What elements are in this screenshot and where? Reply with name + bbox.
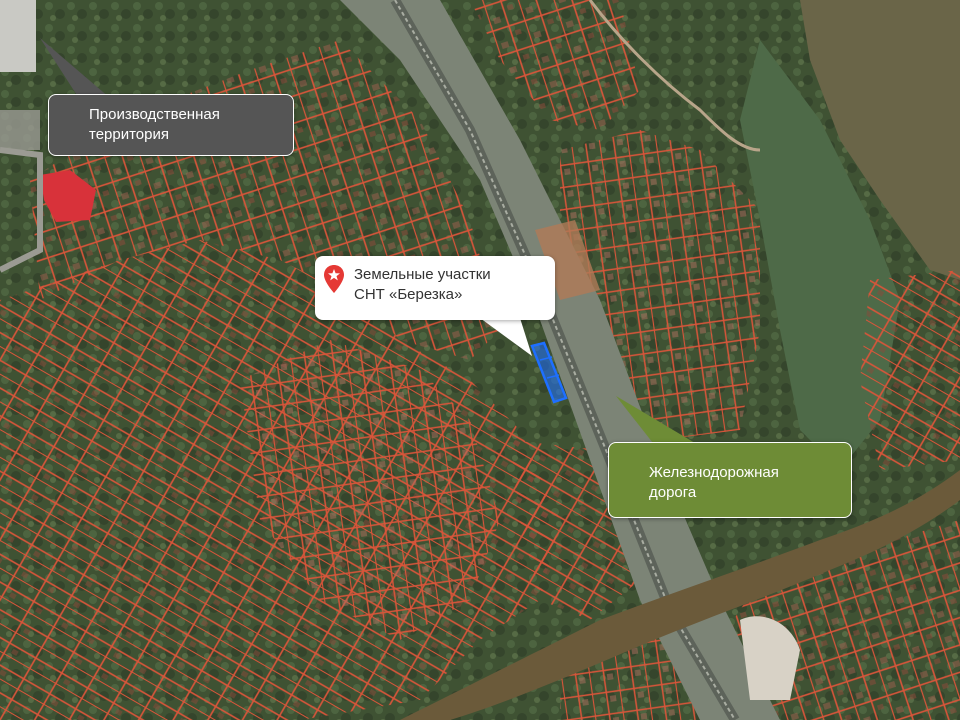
star-pin-icon: [324, 265, 344, 293]
plots-callout[interactable]: Земельные участки СНТ «Березка»: [315, 256, 555, 320]
industrial-lot: [0, 110, 40, 150]
plots-label-line2: СНТ «Березка»: [354, 286, 463, 303]
railway-callout[interactable]: Железнодорожная дорога: [608, 442, 852, 518]
industrial-label-line1: Производственная: [89, 106, 220, 123]
industrial-area-callout[interactable]: Производственная территория: [48, 94, 294, 156]
parcel-block-far-east: [860, 270, 960, 470]
industrial-building: [0, 0, 36, 72]
railway-label-line2: дорога: [649, 484, 697, 501]
plots-label-line1: Земельные участки: [354, 266, 491, 283]
railway-label-line1: Железнодорожная: [649, 464, 779, 481]
industrial-label-line2: территория: [89, 126, 169, 143]
